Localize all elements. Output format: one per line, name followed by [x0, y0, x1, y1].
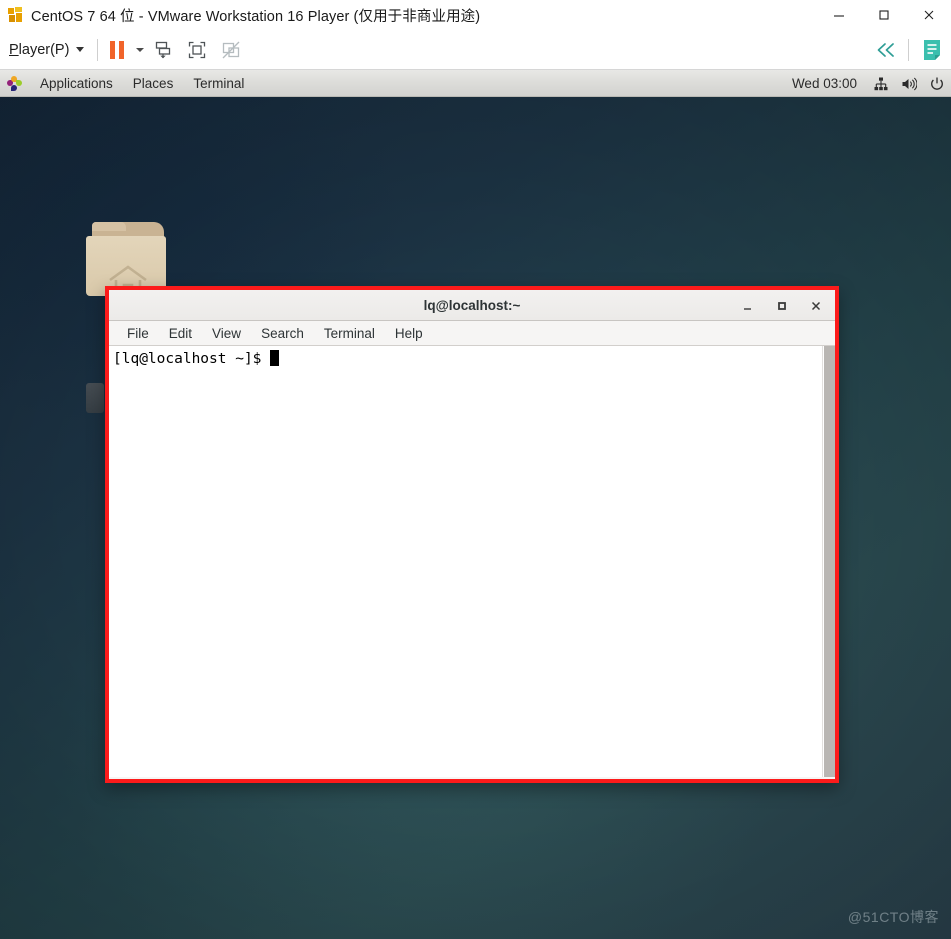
gnome-panel-status-area: Wed 03:00 [782, 70, 951, 97]
terminal-scrollbar[interactable] [822, 346, 835, 777]
vmware-player-window: CentOS 7 64 位 - VMware Workstation 16 Pl… [0, 0, 951, 939]
enter-fullscreen-icon[interactable] [180, 30, 214, 70]
toolbar-divider-2 [908, 39, 909, 61]
pause-bar-left [110, 40, 116, 59]
terminal-cursor [270, 350, 280, 366]
terminal-menu-file[interactable]: File [117, 321, 159, 346]
terminal-menu-search[interactable]: Search [251, 321, 314, 346]
player-menu-label: Player(P) [9, 41, 70, 58]
terminal-menu-edit[interactable]: Edit [159, 321, 202, 346]
terminal-menubar: File Edit View Search Terminal Help [109, 321, 835, 346]
vmware-toolbar: Player(P) [0, 30, 951, 70]
minimize-button[interactable] [816, 0, 861, 30]
close-button[interactable] [906, 0, 951, 30]
chevron-down-icon [76, 47, 85, 52]
terminal-output-area[interactable]: [lq@localhost ~]$ [109, 346, 822, 777]
pause-dropdown-button[interactable] [127, 30, 146, 70]
terminal-scrollbar-thumb[interactable] [824, 346, 835, 777]
player-menu-button[interactable]: Player(P) [0, 30, 88, 70]
pause-bar-right [119, 40, 125, 59]
toolbar-divider-1 [97, 38, 99, 61]
terminal-window-menu[interactable]: Terminal [183, 70, 254, 97]
terminal-titlebar[interactable]: lq@localhost:~ [109, 290, 835, 321]
vmware-logo-icon [8, 7, 24, 23]
terminal-prompt: [lq@localhost ~]$ [113, 351, 271, 367]
centos-logo-icon [7, 75, 22, 91]
desktop-icon-occluded[interactable] [86, 383, 104, 413]
terminal-body[interactable]: [lq@localhost ~]$ [109, 346, 835, 777]
send-ctrl-alt-del-icon[interactable] [146, 30, 180, 70]
terminal-maximize-button[interactable] [765, 290, 799, 321]
network-icon[interactable] [867, 70, 895, 97]
gnome-top-panel: Applications Places Terminal Wed 03:00 [0, 70, 951, 97]
panel-clock[interactable]: Wed 03:00 [782, 76, 867, 91]
vmware-window-controls [816, 0, 951, 30]
terminal-window: lq@localhost:~ File Edit View Search Ter… [105, 286, 839, 783]
vmware-titlebar: CentOS 7 64 位 - VMware Workstation 16 Pl… [0, 0, 951, 30]
terminal-menu-terminal[interactable]: Terminal [314, 321, 385, 346]
terminal-close-button[interactable] [799, 290, 833, 321]
terminal-menu-view[interactable]: View [202, 321, 251, 346]
terminal-window-controls [731, 290, 833, 321]
places-menu[interactable]: Places [123, 70, 184, 97]
terminal-menu-help[interactable]: Help [385, 321, 433, 346]
maximize-button[interactable] [861, 0, 906, 30]
watermark-label: @51CTO博客 [847, 909, 939, 925]
terminal-minimize-button[interactable] [731, 290, 765, 321]
vmware-window-title: CentOS 7 64 位 - VMware Workstation 16 Pl… [31, 8, 481, 25]
guest-vm-screen: Applications Places Terminal Wed 03:00 @… [0, 70, 951, 939]
applications-menu[interactable]: Applications [30, 70, 123, 97]
terminal-window-title: lq@localhost:~ [423, 297, 521, 313]
volume-icon[interactable] [895, 70, 923, 97]
collapse-toolbar-icon[interactable] [868, 41, 904, 59]
unity-mode-disabled-icon [214, 30, 248, 70]
vmware-toolbar-right-group [868, 30, 951, 70]
notes-icon[interactable] [913, 38, 951, 62]
chevron-down-icon [136, 47, 145, 52]
power-icon[interactable] [923, 70, 951, 97]
folder-tab-shape [92, 222, 126, 231]
pause-vm-button[interactable] [107, 30, 127, 70]
